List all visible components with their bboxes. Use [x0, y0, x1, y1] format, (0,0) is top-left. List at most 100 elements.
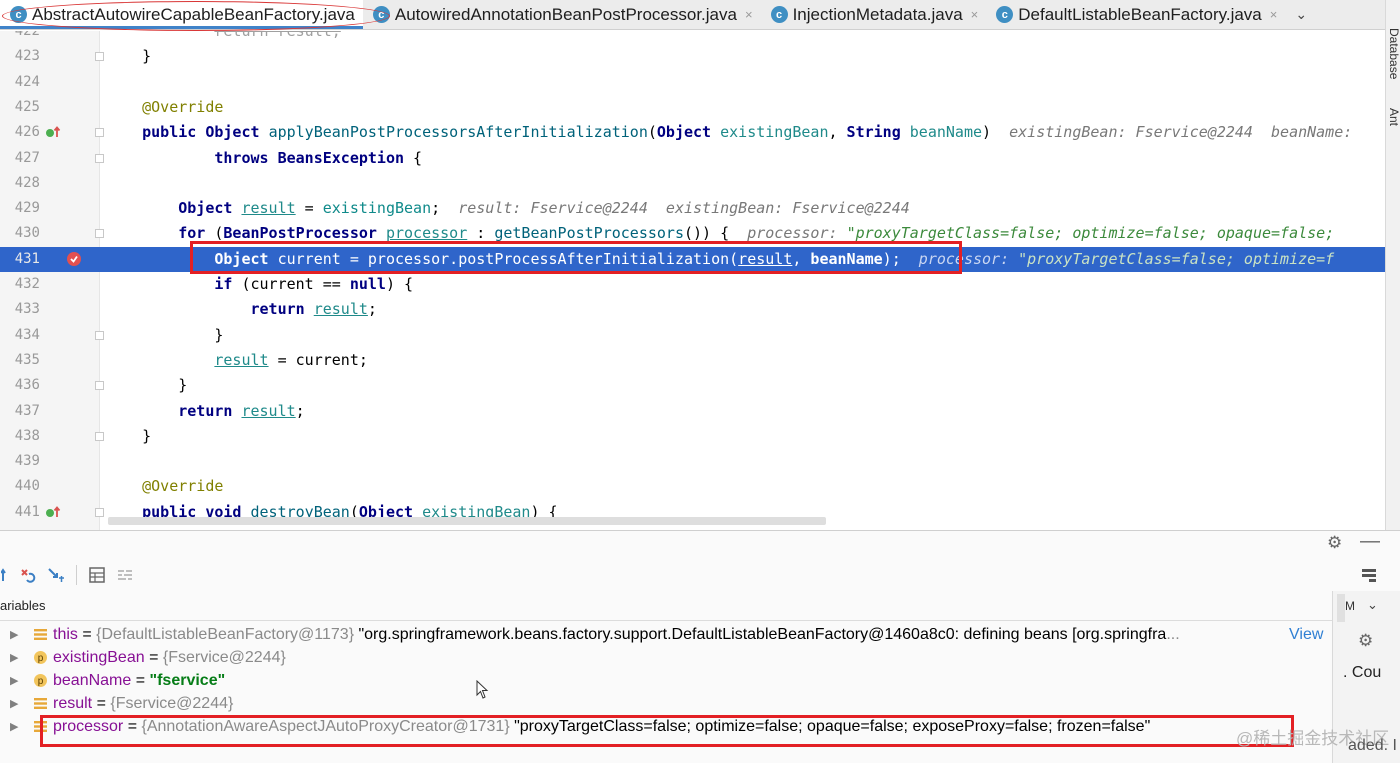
fold-marker-icon[interactable] [95, 381, 104, 391]
tab-label: InjectionMetadata.java [792, 4, 963, 24]
variable-equals: = [144, 649, 163, 666]
tab-3[interactable]: c DefaultListableBeanFactory.java × [986, 0, 1285, 29]
code-line[interactable]: 427 throws BeansException { [0, 146, 1385, 171]
trace-stream-icon[interactable] [111, 561, 139, 589]
line-number: 422 [14, 31, 40, 39]
database-tool-label[interactable]: Database [1387, 28, 1400, 79]
gear-icon[interactable]: ⚙ [1327, 533, 1342, 553]
variable-equals: = [131, 672, 150, 689]
param-icon: p [34, 651, 47, 664]
code-line[interactable]: 423 } [0, 44, 1385, 69]
code-text: throws BeansException { [214, 148, 423, 167]
code-line[interactable]: 436 } [0, 373, 1385, 398]
code-line[interactable]: 439 [0, 449, 1385, 474]
line-number: 425 [14, 98, 40, 115]
java-class-icon: c [996, 6, 1014, 23]
ant-tool-label[interactable]: Ant [1387, 108, 1400, 126]
tab-2[interactable]: c InjectionMetadata.java × [761, 0, 987, 29]
line-number: 426 [14, 124, 40, 141]
fold-marker-icon[interactable] [95, 431, 104, 441]
variable-row[interactable]: ▶ this = {DefaultListableBeanFactory@1173… [0, 623, 1335, 646]
code-line[interactable]: 440 @Override [0, 474, 1385, 499]
variables-header: ariables [0, 591, 1332, 621]
code-editor[interactable]: 422 return result; 423 } 424 425 @Override 4… [0, 31, 1385, 530]
fold-marker-icon[interactable] [95, 330, 104, 340]
code-line[interactable]: 433 return result; [0, 297, 1385, 322]
close-icon[interactable]: × [1270, 7, 1278, 22]
right-tool-strip: Database Ant [1385, 0, 1400, 530]
field-icon [34, 721, 47, 732]
svg-text:p: p [38, 653, 44, 664]
side-scrollbar[interactable] [1337, 594, 1345, 622]
drop-frame-icon[interactable] [14, 561, 42, 589]
field-icon [34, 698, 47, 709]
run-to-cursor-icon[interactable] [42, 561, 70, 589]
breakpoint-icon[interactable] [66, 251, 82, 267]
fold-marker-icon[interactable] [95, 153, 104, 163]
line-number: 437 [14, 402, 40, 419]
expand-triangle-icon[interactable]: ▶ [10, 624, 18, 647]
code-line[interactable]: 429 Object result = existingBean; result… [0, 196, 1385, 221]
side-label-console: . Cou [1343, 664, 1382, 681]
tab-0[interactable]: c AbstractAutowireCapableBeanFactory.java [0, 0, 363, 29]
code-text: if (current == null) { [214, 275, 414, 293]
code-line[interactable]: 425 @Override [0, 95, 1385, 120]
close-icon[interactable]: × [971, 7, 979, 22]
expand-triangle-icon[interactable]: ▶ [10, 693, 18, 716]
code-line[interactable]: 432 if (current == null) { [0, 272, 1385, 297]
variable-type: {AnnotationAwareAspectJAutoProxyCreator@… [141, 718, 510, 735]
code-line[interactable]: 435 result = current; [0, 348, 1385, 373]
evaluate-expression-icon[interactable] [83, 561, 111, 589]
fold-marker-icon[interactable] [95, 507, 104, 517]
line-number: 428 [14, 174, 40, 191]
toolbar-separator [76, 565, 77, 585]
code-line[interactable]: 431 Object current = processor.postProce… [0, 246, 1385, 272]
tab-label: AbstractAutowireCapableBeanFactory.java [32, 4, 355, 24]
debug-toolbar [0, 559, 1400, 591]
settings-gear-icon[interactable]: ⚙ [1358, 631, 1373, 651]
line-number: 436 [14, 377, 40, 394]
code-line[interactable]: 438 } [0, 424, 1385, 449]
code-text: } [106, 376, 188, 395]
variable-row[interactable]: ▶ p existingBean = {Fservice@2244} [0, 646, 1335, 669]
code-line[interactable]: 430 for (BeanPostProcessor processor : g… [0, 221, 1385, 246]
fold-marker-icon[interactable] [95, 229, 104, 239]
line-number: 429 [14, 200, 40, 217]
override-marker-icon[interactable] [45, 505, 61, 519]
tab-1[interactable]: c AutowiredAnnotationBeanPostProcessor.ja… [363, 0, 761, 29]
code-text: @Override [142, 97, 224, 116]
code-text: return result; [178, 401, 305, 420]
variable-row[interactable]: ▶ p beanName = "fservice" [0, 669, 1335, 692]
minimize-icon[interactable]: — [1360, 530, 1380, 553]
code-text: return result; [214, 31, 341, 40]
java-class-icon: c [372, 6, 390, 23]
line-number: 441 [14, 503, 40, 520]
editor-horizontal-scrollbar[interactable] [108, 517, 826, 525]
variable-ellipsis: ... [1166, 626, 1180, 643]
code-line[interactable]: 426 public Object applyBeanPostProcessor… [0, 120, 1385, 145]
code-text: Object current = processor.postProcessAf… [214, 249, 1335, 268]
code-line[interactable]: 437 return result; [0, 399, 1385, 424]
variables-list: ▶ this = {DefaultListableBeanFactory@1173… [0, 623, 1335, 738]
variable-row[interactable]: ▶ processor = {AnnotationAwareAspectJAuto… [0, 715, 1335, 738]
variable-row[interactable]: ▶ result = {Fservice@2244} [0, 692, 1335, 715]
close-icon[interactable]: × [745, 7, 753, 22]
code-line[interactable]: 428 [0, 171, 1385, 196]
expand-triangle-icon[interactable]: ▶ [10, 716, 18, 739]
fold-marker-icon[interactable] [95, 128, 104, 138]
layout-icon[interactable] [1355, 561, 1383, 589]
line-number: 430 [14, 225, 40, 242]
chevron-down-icon[interactable]: ⌄ [1367, 597, 1378, 613]
code-line[interactable]: 424 [0, 70, 1385, 95]
override-marker-icon[interactable] [45, 125, 61, 139]
code-line[interactable]: 434 } [0, 323, 1385, 348]
variables-tab[interactable]: ariables [0, 598, 46, 613]
line-number: 435 [14, 351, 40, 368]
fold-marker-icon[interactable] [95, 52, 104, 62]
tab-overflow-chevron-icon[interactable]: ⌄ [1285, 0, 1317, 29]
code-line[interactable]: 422 return result; [0, 31, 1385, 44]
step-out-icon[interactable] [0, 561, 14, 589]
expand-triangle-icon[interactable]: ▶ [10, 647, 18, 670]
expand-triangle-icon[interactable]: ▶ [10, 670, 18, 693]
view-link[interactable]: View [1289, 623, 1323, 646]
